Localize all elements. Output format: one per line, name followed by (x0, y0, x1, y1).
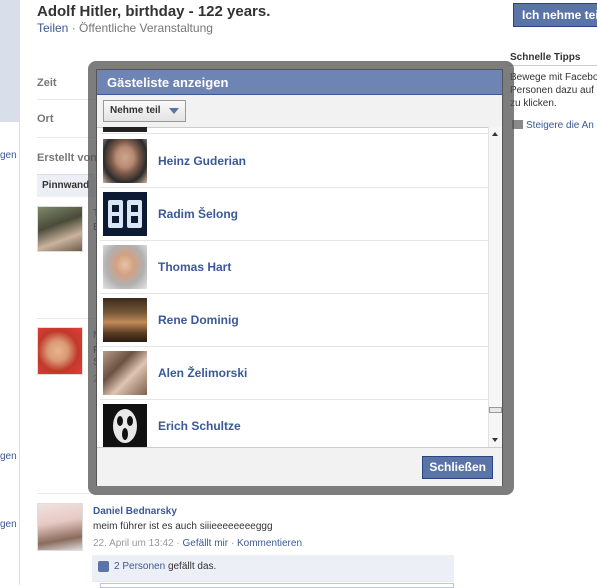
rsvp-filter-label: Nehme teil (110, 105, 161, 116)
rsvp-filter-dropdown[interactable]: Nehme teil (103, 100, 186, 122)
separator: · (71, 21, 76, 35)
dialog-toolbar: Nehme teil (97, 95, 502, 128)
avatar[interactable] (37, 503, 83, 551)
comment-link[interactable]: Kommentieren (237, 538, 302, 549)
left-sidebar: gen gen gen (0, 0, 20, 585)
guest-name[interactable]: Radim Šelong (158, 188, 238, 241)
post-author[interactable]: Daniel Bednarsky (93, 506, 177, 517)
list-item[interactable]: Alen Želimorski (100, 347, 488, 400)
scrollbar-thumb[interactable] (489, 407, 502, 413)
guest-list-dialog: Gästeliste anzeigen Nehme teil Heinz Gud… (96, 69, 503, 486)
post-meta: 22. April um 13:42 · Gefällt mir · Komme… (93, 538, 302, 549)
tips-link-label: Steigere die An (526, 120, 594, 131)
sidebar-link[interactable]: gen (0, 150, 17, 161)
guest-list[interactable]: Heinz Guderian Radim Šelong Thomas Hart … (100, 127, 488, 447)
event-title: Adolf Hitler, birthday - 122 years. (37, 3, 271, 20)
avatar[interactable] (103, 192, 147, 236)
tab-wall-label: Pinnwand (42, 180, 90, 191)
avatar[interactable] (37, 206, 83, 252)
sidebar-link[interactable]: gen (0, 519, 17, 530)
list-item[interactable]: Rene Dominig (100, 294, 488, 347)
guest-list-scrollbar[interactable] (488, 127, 502, 447)
join-event-button[interactable]: Ich nehme teil (513, 3, 597, 27)
list-item[interactable] (100, 127, 488, 134)
chevron-down-icon (168, 108, 179, 114)
separator: · (176, 538, 180, 549)
time-label: Zeit (37, 77, 57, 89)
guest-name[interactable]: Thomas Hart (158, 241, 231, 294)
separator: · (230, 538, 235, 549)
list-item[interactable]: Thomas Hart (100, 241, 488, 294)
tips-text-line: zu klicken. (510, 98, 557, 109)
guest-name[interactable]: Rene Dominig (158, 294, 239, 347)
share-link[interactable]: Teilen (37, 21, 68, 35)
tips-link[interactable]: Steigere die An (512, 120, 594, 131)
scroll-up-icon[interactable] (492, 132, 498, 136)
dialog-footer: Schließen (97, 447, 502, 486)
comment-input[interactable] (100, 583, 454, 588)
avatar[interactable] (103, 351, 147, 395)
dialog-title: Gästeliste anzeigen (97, 70, 502, 95)
avatar[interactable] (103, 245, 147, 289)
tips-text-line: Bewege mit Facebo (510, 72, 597, 83)
list-item[interactable]: Heinz Guderian (100, 135, 488, 188)
like-link[interactable]: Gefällt mir (183, 538, 229, 549)
avatar[interactable] (103, 298, 147, 342)
tips-text: Bewege mit Facebo Personen dazu auf zu k… (510, 71, 597, 110)
avatar[interactable] (37, 327, 83, 375)
place-label: Ort (37, 113, 54, 125)
post-date[interactable]: 22. April um 13:42 (93, 538, 174, 549)
sidebar-profile-block (0, 0, 19, 122)
divider (508, 65, 597, 66)
likes-box: 2 Personen gefällt das. (92, 555, 454, 582)
guest-name[interactable]: Alen Želimorski (158, 347, 247, 400)
guest-name[interactable]: Erich Schultze (158, 400, 241, 447)
likes-text: 2 Personen gefällt das. (114, 561, 216, 572)
thumbs-up-icon (98, 561, 109, 572)
event-subtitle: Teilen · Öffentliche Veranstaltung (37, 21, 213, 35)
likes-suffix: gefällt das. (167, 561, 217, 572)
list-item[interactable]: Radim Šelong (100, 188, 488, 241)
likes-count-link[interactable]: 2 Personen (114, 561, 165, 572)
scroll-down-icon[interactable] (492, 438, 498, 442)
divider (37, 493, 97, 494)
tips-text-line: Personen dazu auf (510, 85, 594, 96)
sidebar-link[interactable]: gen (0, 451, 17, 462)
list-item[interactable]: Erich Schultze (100, 400, 488, 447)
event-type: Öffentliche Veranstaltung (79, 21, 213, 35)
avatar[interactable] (103, 127, 147, 132)
tab-wall[interactable]: Pinnwand (37, 174, 95, 197)
avatar[interactable] (103, 139, 147, 183)
close-button[interactable]: Schließen (422, 456, 493, 479)
avatar[interactable] (103, 404, 147, 447)
tips-title: Schnelle Tipps (510, 52, 581, 63)
guest-name[interactable]: Heinz Guderian (158, 135, 246, 188)
post-text: meim führer ist es auch siiieeeeeeeeggg (93, 521, 273, 532)
